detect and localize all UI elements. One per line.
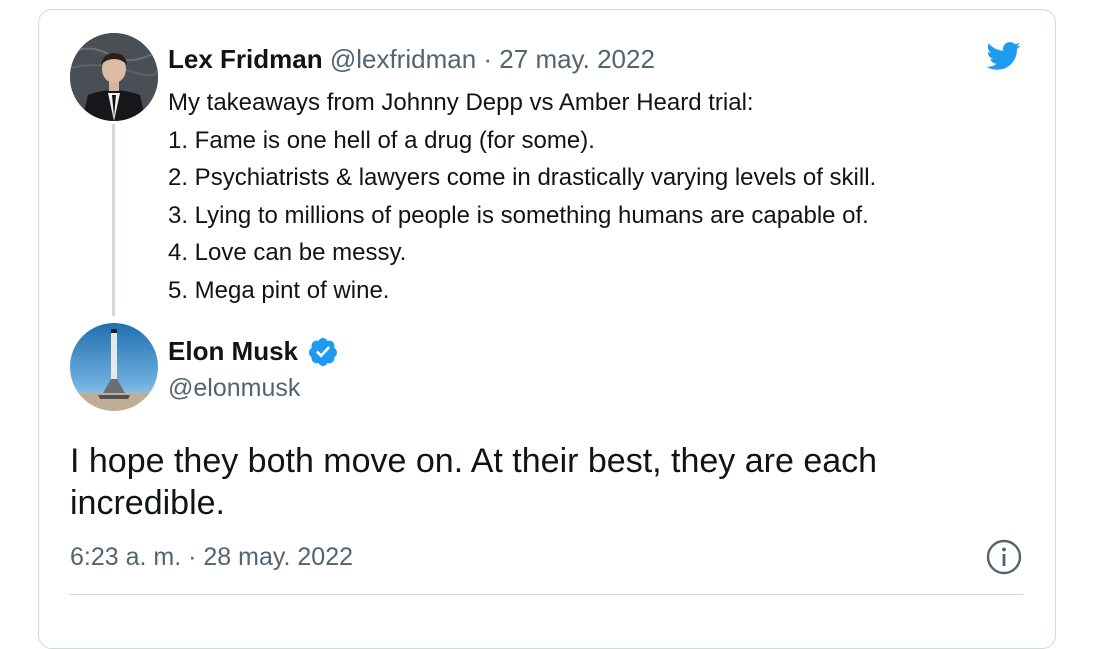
quoted-tweet-text: My takeaways from Johnny Depp vs Amber H… — [168, 84, 876, 309]
header-separator: · — [483, 44, 493, 74]
reply-author-name[interactable]: Elon Musk — [168, 336, 298, 366]
info-icon[interactable] — [985, 538, 1023, 576]
quoted-line: My takeaways from Johnny Depp vs Amber H… — [168, 89, 754, 116]
thread-connector — [112, 124, 115, 316]
quoted-author-name[interactable]: Lex Fridman — [168, 44, 323, 74]
quoted-line: 3. Lying to millions of people is someth… — [168, 201, 869, 229]
reply-tweet-text: I hope they both move on. At their best,… — [70, 442, 878, 522]
tweet-divider — [70, 594, 1023, 595]
person-avatar-icon — [70, 33, 158, 121]
verified-badge-icon — [308, 338, 337, 366]
quoted-line: 5. Mega pint of wine. — [168, 276, 390, 304]
quoted-tweet-date[interactable]: 27 may. 2022 — [499, 44, 655, 74]
quoted-author-avatar[interactable] — [70, 33, 158, 121]
reply-author-handle[interactable]: @elonmusk — [168, 373, 300, 403]
reply-author-avatar[interactable] — [70, 323, 158, 411]
quoted-tweet-header: Lex Fridman @lexfridman · 27 may. 2022 — [168, 44, 655, 74]
quoted-line: 1. Fame is one hell of a drug (for some)… — [168, 126, 595, 154]
reply-timestamp[interactable]: 6:23 a. m. · 28 may. 2022 — [70, 542, 353, 572]
rocket-avatar-icon — [70, 323, 158, 411]
quoted-line: 2. Psychiatrists & lawyers come in drast… — [168, 164, 877, 191]
quoted-author-handle[interactable]: @lexfridman — [330, 44, 476, 74]
twitter-bird-icon[interactable] — [982, 38, 1024, 74]
quoted-line: 4. Love can be messy. — [168, 239, 407, 266]
